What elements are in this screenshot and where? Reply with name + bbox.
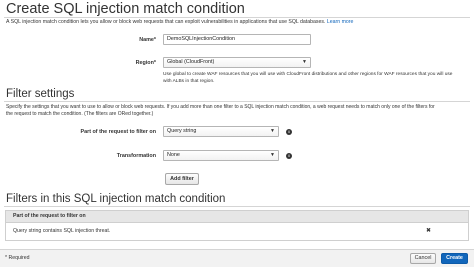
transformation-select[interactable]: None ▼ (163, 150, 279, 161)
page-intro: A SQL injection match condition lets you… (6, 19, 353, 26)
intro-text: A SQL injection match condition lets you… (6, 19, 326, 25)
chevron-down-icon: ▼ (302, 59, 307, 65)
filter-settings-desc-2: the request to match the condition. (The… (6, 111, 154, 117)
close-icon[interactable]: ✖ (426, 227, 431, 234)
filter-settings-divider (4, 101, 470, 102)
part-selected-value: Query string (167, 128, 197, 134)
create-button[interactable]: Create (441, 253, 468, 264)
page-title: Create SQL injection match condition (6, 1, 245, 17)
title-divider (4, 17, 470, 18)
chevron-down-icon: ▼ (270, 128, 275, 134)
info-icon[interactable]: i (286, 153, 292, 159)
table-row: Query string contains SQL injection thre… (6, 223, 468, 241)
info-icon[interactable]: i (286, 129, 292, 135)
table-header: Part of the request to filter on (6, 211, 468, 223)
required-note: * Required (5, 255, 30, 261)
transformation-label: Transformation (116, 153, 156, 159)
chevron-down-icon: ▼ (270, 152, 275, 158)
filter-row-text: Query string contains SQL injection thre… (13, 228, 111, 234)
region-help-line-1: Use global to create WAF resources that … (163, 72, 453, 77)
filters-divider (4, 206, 470, 207)
cancel-button[interactable]: Cancel (410, 253, 436, 264)
region-help-line-2: with ALBs in that region. (163, 79, 215, 84)
region-select[interactable]: Global (CloudFront) ▼ (163, 57, 311, 68)
name-label: Name* (139, 37, 156, 43)
footer: * Required Cancel Create (0, 249, 474, 267)
region-selected-value: Global (CloudFront) (167, 59, 215, 65)
filters-table: Part of the request to filter on Query s… (5, 210, 469, 241)
column-header: Part of the request to filter on (13, 213, 86, 219)
add-filter-button[interactable]: Add filter (165, 173, 199, 185)
name-input[interactable]: DemoSQLInjectionCondition (163, 34, 311, 45)
region-label: Region* (135, 60, 156, 66)
learn-more-link[interactable]: Learn more (327, 19, 354, 25)
filter-settings-heading: Filter settings (6, 88, 75, 100)
transformation-selected-value: None (167, 152, 180, 158)
part-of-request-label: Part of the request to filter on (80, 129, 156, 135)
filter-settings-desc-1: Specify the settings that you want to us… (6, 104, 435, 110)
filters-heading: Filters in this SQL injection match cond… (6, 193, 226, 205)
part-of-request-select[interactable]: Query string ▼ (163, 126, 279, 137)
